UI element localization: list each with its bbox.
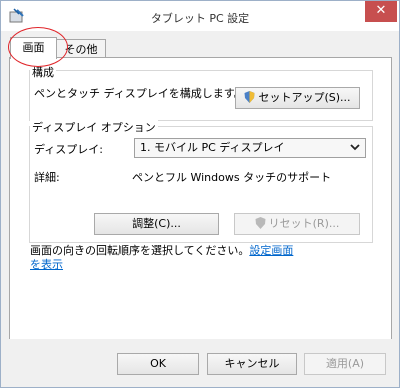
rotation-description: 画面の向きの回転順序を選択してください。設定画面を表示 bbox=[30, 244, 300, 272]
cancel-button-label: キャンセル bbox=[224, 357, 280, 370]
uac-shield-icon bbox=[244, 91, 255, 103]
rotation-text: 画面の向きの回転順序を選択してください。 bbox=[30, 244, 250, 257]
details-label: 詳細: bbox=[34, 171, 60, 184]
ok-button[interactable]: OK bbox=[117, 353, 199, 375]
close-button[interactable]: ✕ bbox=[365, 1, 397, 22]
reset-button-label: リセット(R)... bbox=[268, 217, 340, 230]
ok-button-label: OK bbox=[150, 357, 166, 370]
apply-button-label: 適用(A) bbox=[325, 357, 365, 370]
setup-button[interactable]: セットアップ(S)... bbox=[235, 87, 360, 109]
display-label: ディスプレイ: bbox=[34, 143, 103, 156]
uac-shield-icon bbox=[255, 217, 266, 229]
footer-button-bar: OK キャンセル 適用(A) bbox=[1, 339, 399, 387]
apply-button[interactable]: 適用(A) bbox=[304, 353, 386, 375]
tab-highlight-circle bbox=[8, 27, 68, 67]
adjust-button-label: 調整(C)... bbox=[132, 217, 181, 230]
screen-tab-panel: 構成 ペンとタッチ ディスプレイを構成します。 セットアップ(S)... ディス… bbox=[9, 57, 392, 340]
tab-other-label: その他 bbox=[64, 43, 98, 56]
title-bar: タブレット PC 設定 ✕ bbox=[1, 1, 399, 31]
details-value: ペンとフル Windows タッチのサポート bbox=[132, 171, 332, 184]
display-select[interactable]: 1. モバイル PC ディスプレイ bbox=[134, 138, 366, 158]
cancel-button[interactable]: キャンセル bbox=[207, 353, 297, 375]
display-options-group-label: ディスプレイ オプション bbox=[30, 119, 158, 135]
chevron-down-icon bbox=[350, 144, 360, 151]
adjust-button[interactable]: 調整(C)... bbox=[94, 213, 219, 235]
reset-button[interactable]: リセット(R)... bbox=[234, 213, 360, 235]
display-select-value: 1. モバイル PC ディスプレイ bbox=[140, 141, 285, 154]
window-title: タブレット PC 設定 bbox=[150, 12, 250, 25]
configuration-description: ペンとタッチ ディスプレイを構成します。 bbox=[34, 87, 245, 100]
tablet-pc-settings-window: タブレット PC 設定 ✕ 画面 その他 構成 ペンとタッチ ディスプレイを構成… bbox=[0, 0, 400, 388]
setup-button-label: セットアップ(S)... bbox=[258, 91, 351, 104]
